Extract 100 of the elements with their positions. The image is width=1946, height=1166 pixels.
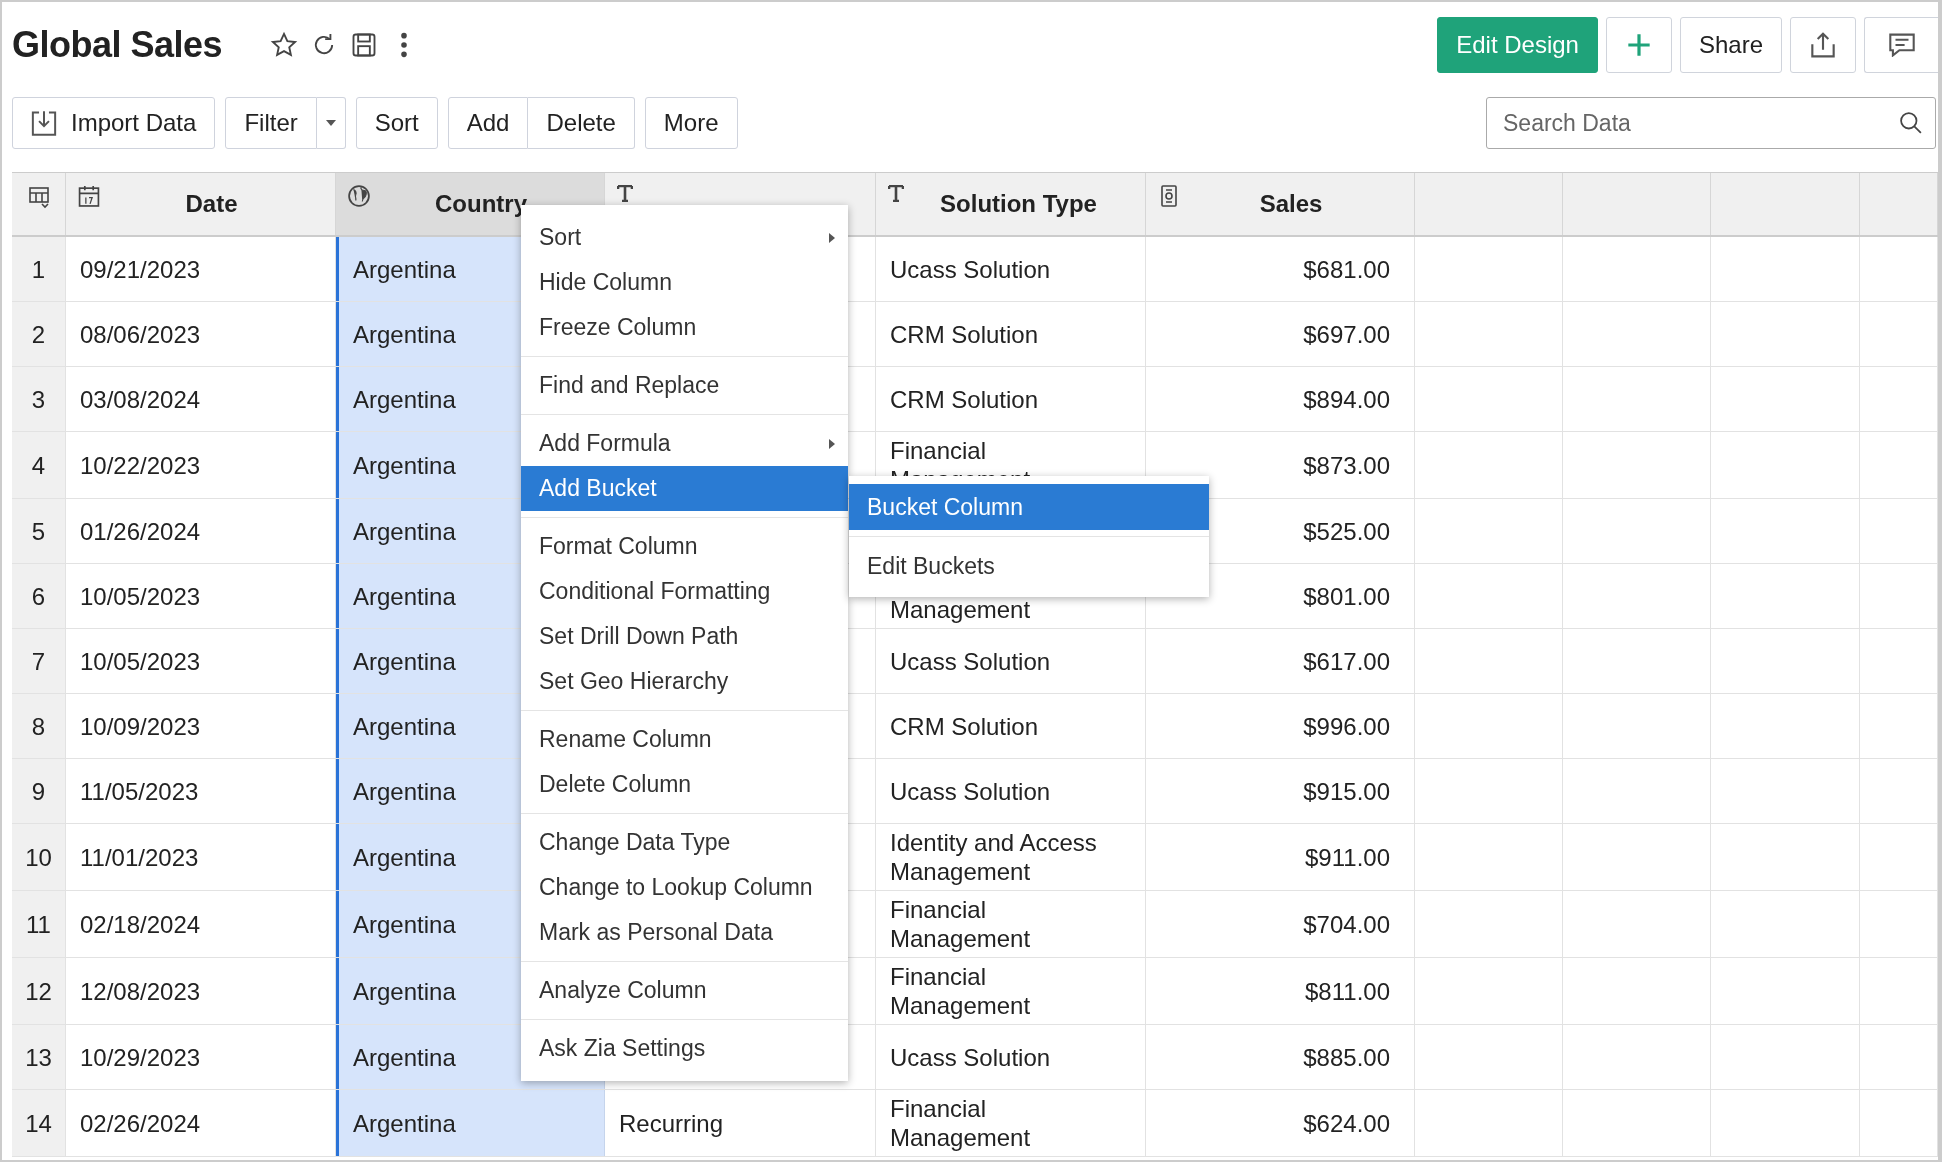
table-cell: Recurring (619, 1108, 724, 1138)
menu-item[interactable]: Edit Buckets (849, 543, 1209, 589)
table-cell: Ucass Solution (890, 646, 1051, 676)
table-cell: Argentina (353, 1108, 456, 1138)
menu-item[interactable]: Analyze Column (521, 968, 848, 1013)
table-cell: $873.00 (1303, 450, 1390, 480)
menu-item[interactable]: Change to Lookup Column (521, 865, 848, 910)
table-cell: $617.00 (1303, 646, 1390, 676)
row-number: 12 (12, 958, 66, 1024)
export-button[interactable] (1790, 17, 1856, 73)
table-cell: $915.00 (1303, 776, 1390, 806)
table-cell: Argentina (353, 581, 456, 611)
table-cell: Argentina (353, 909, 456, 939)
row-number: 7 (12, 629, 66, 693)
search-icon (1900, 112, 1922, 134)
table-cell: $704.00 (1303, 909, 1390, 939)
menu-item[interactable]: Mark as Personal Data (521, 910, 848, 955)
table-cell: 10/22/2023 (80, 450, 201, 480)
toolbar-button[interactable]: Add (447, 97, 529, 149)
table-cell: 02/26/2024 (80, 1108, 201, 1138)
table-cell: $911.00 (1305, 842, 1390, 872)
table-menu-icon[interactable] (26, 185, 51, 209)
row-number: 6 (12, 564, 66, 628)
row-number: 5 (12, 499, 66, 563)
table-cell: $525.00 (1303, 516, 1390, 546)
text-type-icon (888, 185, 904, 202)
calendar-icon (78, 185, 100, 207)
table-cell: Argentina (353, 516, 456, 546)
table-cell: $801.00 (1303, 581, 1390, 611)
toolbar-button[interactable]: Delete (528, 97, 635, 149)
filter-button[interactable]: Filter (225, 97, 317, 149)
row-number: 2 (12, 302, 66, 366)
table-cell-text: Identity and Access Management (890, 828, 1098, 886)
import-icon (31, 110, 57, 136)
report-title: Global Sales (12, 24, 223, 66)
row-number: 13 (12, 1025, 66, 1089)
menu-item[interactable]: Find and Replace (521, 363, 848, 408)
table-cell: 12/08/2023 (80, 976, 201, 1006)
table-cell-text: Financial Management (890, 895, 1032, 953)
text-type-icon (617, 185, 633, 202)
comment-button[interactable] (1864, 17, 1938, 73)
menu-item[interactable]: Change Data Type (521, 820, 848, 865)
table-cell: $811.00 (1305, 976, 1390, 1006)
table-cell: $894.00 (1303, 384, 1390, 414)
table-cell: Ucass Solution (890, 776, 1051, 806)
table-cell: Argentina (353, 1042, 456, 1072)
menu-item[interactable]: Bucket Column (849, 484, 1209, 530)
import-data-button[interactable]: Import Data (12, 97, 216, 149)
row-number: 10 (12, 824, 66, 890)
table-cell: Argentina (353, 254, 456, 284)
plus-icon (1626, 33, 1651, 57)
toolbar-button[interactable]: More (644, 97, 738, 149)
table-cell: 02/18/2024 (80, 909, 201, 939)
table-cell: $697.00 (1303, 319, 1390, 349)
table-cell: $624.00 (1303, 1108, 1390, 1138)
table-cell: 03/08/2024 (80, 384, 201, 414)
menu-item[interactable]: Freeze Column (521, 305, 848, 350)
search-field[interactable]: Search Data (1486, 97, 1936, 149)
menu-item[interactable]: Conditional Formatting (521, 569, 848, 614)
row-number: 4 (12, 432, 66, 498)
table-cell: Argentina (353, 319, 456, 349)
add-button[interactable] (1605, 17, 1672, 73)
table-cell: Argentina (353, 842, 456, 872)
table-cell: 08/06/2023 (80, 319, 201, 349)
menu-item[interactable]: Delete Column (521, 762, 848, 807)
row-number: 9 (12, 759, 66, 823)
table-cell: 10/29/2023 (80, 1042, 201, 1072)
toolbar-button[interactable]: Sort (355, 97, 438, 149)
share-button[interactable]: Share (1679, 17, 1782, 73)
table-cell: $885.00 (1303, 1042, 1390, 1072)
column-header[interactable]: Solution Type (876, 173, 1146, 235)
table-cell: 10/05/2023 (80, 581, 201, 611)
comment-icon (1888, 33, 1915, 57)
menu-item[interactable]: Rename Column (521, 717, 848, 762)
menu-item[interactable]: Hide Column (521, 260, 848, 305)
column-header[interactable]: Sales (1146, 173, 1415, 235)
row-number: 11 (12, 891, 66, 957)
table-cell: Argentina (353, 646, 456, 676)
table-cell: Argentina (353, 450, 456, 480)
row-number: 8 (12, 694, 66, 758)
table-cell: 01/26/2024 (80, 516, 201, 546)
table-cell: Argentina (353, 384, 456, 414)
table-cell: Management (890, 595, 1031, 624)
menu-item[interactable]: Set Drill Down Path (521, 614, 848, 659)
export-icon (1811, 32, 1835, 58)
star-icon[interactable] (270, 31, 299, 59)
menu-item[interactable]: Set Geo Hierarchy (521, 659, 848, 704)
table-cell: CRM Solution (890, 319, 1039, 349)
menu-item[interactable]: Format Column (521, 524, 848, 569)
menu-item[interactable]: Add Formula (521, 421, 848, 466)
row-number: 3 (12, 367, 66, 431)
table-cell: Ucass Solution (890, 254, 1051, 284)
table-cell-text: Financial Management (890, 1094, 1032, 1152)
globe-icon (348, 185, 370, 207)
caret-icon (324, 119, 337, 127)
table-cell: 11/05/2023 (80, 776, 199, 806)
table-cell-text: Financial Management (890, 962, 1032, 1020)
table-cell: $681.00 (1303, 254, 1390, 284)
menu-item[interactable]: Add Bucket (521, 466, 848, 511)
menu-item[interactable]: Ask Zia Settings (521, 1026, 848, 1071)
